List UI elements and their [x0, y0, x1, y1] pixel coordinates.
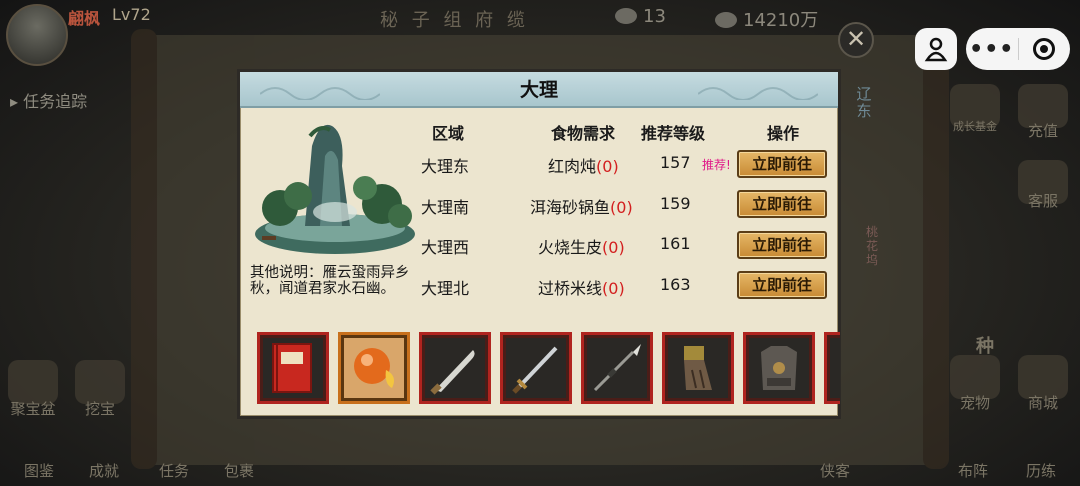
map-title-dim: 秘 子 组 府 缆: [380, 10, 529, 31]
training-label[interactable]: 历练: [1012, 460, 1070, 481]
recharge-label: 充值: [1027, 122, 1058, 140]
task-label[interactable]: 任务: [145, 460, 203, 481]
gauntlet-icon: [684, 346, 712, 390]
food-count: (0): [596, 157, 619, 176]
food-name: 洱海砂锅鱼: [530, 198, 611, 217]
event-label: 种: [976, 336, 994, 357]
food-name: 过桥米线: [538, 279, 603, 298]
armor-icon: [761, 346, 797, 390]
close-miniprogram-button[interactable]: [1018, 38, 1070, 60]
quest-track-toggle[interactable]: ▸ 任务追踪: [10, 88, 87, 112]
bag-label[interactable]: 包裹: [210, 460, 268, 481]
achievement-label[interactable]: 成就: [75, 460, 133, 481]
region-dialog: 大理 其他说明：雁云蛩雨异乡秋，闻道君家水石幽。 区域 食物需求 推荐等级 操作…: [237, 69, 841, 419]
more-options-button[interactable]: •••: [966, 37, 1018, 62]
reward-item[interactable]: [743, 332, 815, 404]
header-action: 操作: [767, 124, 800, 143]
capsule-menu: •••: [966, 28, 1070, 70]
go-now-button-east[interactable]: 立即前往: [737, 150, 827, 178]
reward-items-bar: [250, 330, 840, 410]
scroll-rod-left: [131, 29, 157, 469]
hero-label[interactable]: 侠客: [806, 460, 864, 481]
go-now-button-south[interactable]: 立即前往: [737, 190, 827, 218]
reward-item[interactable]: [662, 332, 734, 404]
silver-icon: [715, 12, 737, 28]
dialog-title: 大理: [519, 79, 558, 101]
row-region: 大理南: [421, 198, 470, 217]
map-liaodong-label: 辽东: [856, 85, 872, 120]
row-level: 163: [660, 275, 691, 294]
resource-1-value: 13: [643, 6, 666, 27]
header-region: 区域: [432, 124, 465, 143]
row-level: 161: [660, 234, 691, 253]
resource-1: 13: [615, 6, 666, 27]
region-description: 其他说明：雁云蛩雨异乡秋，闻道君家水石幽。: [250, 265, 410, 297]
header-food: 食物需求: [551, 124, 616, 143]
food-count: (0): [602, 279, 625, 298]
pet-label: 宠物: [959, 394, 990, 412]
reward-item[interactable]: [500, 332, 572, 404]
shop-label: 商城: [1027, 394, 1058, 412]
row-region: 大理东: [421, 157, 470, 176]
row-food: 火烧生皮(0): [538, 234, 625, 258]
header-level: 推荐等级: [641, 124, 706, 143]
go-now-button-north[interactable]: 立即前往: [737, 271, 827, 299]
row-food: 洱海砂锅鱼(0): [530, 194, 633, 218]
reward-item[interactable]: [581, 332, 653, 404]
row-region: 大理西: [421, 238, 470, 257]
spear-icon: [593, 344, 641, 392]
player-name: 翩枫: [68, 9, 101, 28]
dig-label: 挖宝: [84, 400, 115, 418]
reward-item[interactable]: [338, 332, 410, 404]
row-food: 红肉炖(0): [548, 153, 619, 177]
player-level: Lv72: [112, 5, 151, 24]
row-region: 大理北: [421, 279, 470, 298]
figure-icon: [924, 37, 948, 62]
recommend-tag: 推荐!: [702, 158, 731, 172]
player-avatar[interactable]: [6, 4, 68, 66]
sword-icon: [512, 346, 558, 394]
assistant-button[interactable]: [915, 28, 957, 70]
saber-icon: [430, 350, 475, 395]
row-food: 过桥米线(0): [538, 275, 625, 299]
orange-orb-icon: [354, 348, 394, 388]
go-now-button-west[interactable]: 立即前往: [737, 231, 827, 259]
resource-2-value: 14210万: [743, 10, 819, 31]
ingot-icon: [615, 8, 637, 24]
food-name: 火烧生皮: [538, 238, 603, 257]
row-level: 159: [660, 194, 691, 213]
close-dialog-button[interactable]: ✕: [838, 22, 874, 58]
quest-track-label: 任务追踪: [23, 92, 88, 111]
triangle-right-icon: ▸: [10, 92, 24, 111]
service-label: 客服: [1027, 192, 1058, 210]
red-book-icon: [272, 343, 312, 393]
treasure-bowl-label: 聚宝盆: [10, 400, 56, 418]
map-taohuawu-label: 桃花坞: [865, 225, 878, 267]
reward-item[interactable]: [824, 332, 840, 404]
food-name: 红肉炖: [548, 157, 597, 176]
food-count: (0): [610, 198, 633, 217]
atlas-label[interactable]: 图鉴: [10, 460, 68, 481]
row-level: 157: [660, 153, 691, 172]
target-icon: [1033, 38, 1056, 60]
reward-item[interactable]: [257, 332, 329, 404]
food-count: (0): [602, 238, 625, 257]
reward-item[interactable]: [419, 332, 491, 404]
fund-label: 成长基金: [953, 120, 997, 133]
resource-2: 14210万: [715, 6, 818, 32]
landscape-illustration: [255, 124, 415, 254]
formation-label[interactable]: 布阵: [944, 460, 1002, 481]
